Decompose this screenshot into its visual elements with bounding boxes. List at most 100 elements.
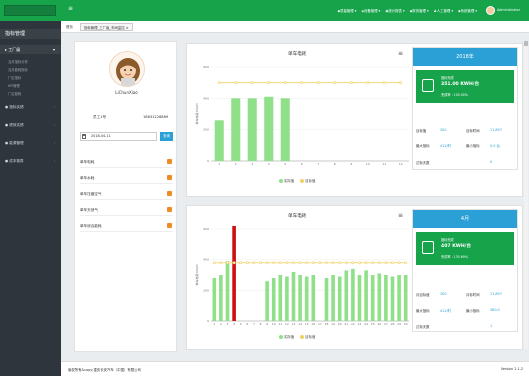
stats-card-label: 指标完成 [441, 76, 454, 80]
sidebar-sub-item[interactable]: KPI管理 [8, 83, 20, 88]
brand-logo[interactable] [4, 5, 56, 16]
sidebar: 指标管理 ▸ 工厂级 ▾ 当月指标分析 当月能耗指标 厂区指标 KPI管理 厂区… [0, 21, 61, 376]
chart-legend: 实际值 目标值 [279, 178, 315, 183]
chart-title: 单车电耗 [288, 214, 307, 219]
bar [364, 270, 368, 321]
bar [344, 270, 349, 321]
top-nav-reports[interactable]: ◉统计报表 ▾ [385, 8, 404, 13]
date-input[interactable]: 2018-04-11 [80, 132, 157, 141]
legend-actual[interactable]: 实际值 [279, 178, 294, 183]
stats-card-rate: 完成率 : 105.00% [441, 93, 468, 97]
bar [280, 98, 290, 161]
bar [232, 225, 236, 321]
tab-home[interactable]: 首页 [66, 24, 73, 29]
x-tick-label: 5 [284, 162, 286, 166]
badge-icon [167, 223, 172, 228]
scrollbar[interactable] [524, 41, 528, 349]
copyright-text: 版权所有&copy;重庆长安汽车（中国）有限公司 [68, 368, 141, 372]
x-tick-label: 23 [358, 322, 362, 326]
bar [212, 278, 217, 321]
chart-legend: 实际值 目标值 [279, 334, 315, 339]
target-point [259, 261, 262, 265]
sidebar-item-performance[interactable]: ● 指标实绩 ‹ [0, 105, 61, 110]
sidebar-section-factory[interactable]: ▸ 工厂级 ▾ [0, 45, 61, 54]
scrollbar-thumb[interactable] [524, 41, 528, 46]
top-nav-labor[interactable]: ♟人工管理 ▾ [434, 8, 453, 13]
legend-target[interactable]: 目标值 [300, 178, 315, 183]
bar [370, 275, 375, 321]
target-point [300, 81, 304, 85]
bar [271, 278, 276, 321]
stats-card: 指标完成 351.00 KWH/台 完成率 : 105.00% [416, 70, 514, 103]
target-point [232, 261, 236, 265]
bar [291, 271, 296, 321]
x-tick-label: 27 [384, 322, 388, 326]
list-item[interactable]: 单车综合能耗 [80, 221, 173, 232]
top-nav-system[interactable]: ◆系统管理 ▾ [458, 8, 477, 13]
x-tick-label: 25 [371, 322, 375, 326]
chevron-left-icon: ‹ [53, 141, 55, 145]
menu-icon[interactable]: ≡ [398, 212, 403, 219]
list-item[interactable]: 单车天然气 [80, 205, 173, 216]
x-tick-label: 19 [331, 322, 335, 326]
bar [247, 98, 257, 161]
stats-header: 4月 [413, 210, 517, 228]
target-point [351, 261, 355, 265]
sidebar-item-energy[interactable]: ● 能源管理 ‹ [0, 141, 61, 146]
top-nav-equipment[interactable]: ◈设备管理 ▾ [361, 8, 380, 13]
badge-icon [167, 207, 172, 212]
top-nav-quality[interactable]: ◆质量管理 ▾ [337, 8, 356, 13]
x-tick-label: 5 [240, 322, 242, 326]
list-item[interactable]: 单车压缩空气 [80, 189, 173, 200]
target-point [285, 261, 289, 265]
bar [331, 275, 335, 321]
list-item[interactable]: 单车水耗 [80, 173, 173, 184]
user-avatar[interactable] [486, 6, 495, 15]
x-tick-label: 7 [253, 322, 255, 326]
target-point [265, 261, 269, 265]
bar [357, 275, 362, 321]
user-name[interactable]: Administrator [497, 8, 520, 12]
sidebar-sub-item[interactable]: 厂区能耗 [8, 91, 21, 96]
target-point [391, 261, 394, 265]
menu-icon[interactable]: ≡ [398, 50, 403, 57]
profile-label: 员工1号 [93, 115, 107, 119]
y-tick-label: 400 [203, 258, 209, 262]
top-nav-finance[interactable]: ◆财务管理 ▾ [410, 8, 429, 13]
x-tick-label: 6 [301, 162, 303, 166]
target-point [404, 261, 408, 265]
x-tick-label: 1 [213, 322, 215, 326]
target-point [212, 261, 216, 265]
x-tick-label: 8 [334, 162, 336, 166]
target-point [316, 81, 320, 85]
sidebar-sub-item[interactable]: 厂区指标 [8, 75, 21, 80]
sidebar-sub-item[interactable]: 当月指标分析 [8, 59, 28, 64]
sidebar-item-cost[interactable]: ● 成本核算 ‹ [0, 159, 61, 164]
target-point [245, 261, 249, 265]
target-point [311, 261, 315, 265]
x-tick-label: 20 [338, 322, 342, 326]
target-point [226, 261, 229, 265]
target-point [366, 81, 370, 85]
legend-actual[interactable]: 实际值 [279, 334, 294, 339]
target-point [234, 81, 238, 85]
target-point [384, 261, 388, 265]
chevron-left-icon: ‹ [53, 159, 55, 163]
sidebar-item-kpi[interactable]: ● 绩效实绩 ‹ [0, 123, 61, 128]
y-tick-label: 200 [203, 128, 209, 132]
sidebar-sub-item[interactable]: 当月能耗指标 [8, 67, 28, 72]
x-tick-label: 10 [272, 322, 276, 326]
bar [403, 275, 408, 321]
x-tick-label: 11 [278, 322, 282, 326]
x-tick-label: 16 [311, 322, 315, 326]
x-tick-label: 10 [366, 162, 370, 166]
hamburger-icon[interactable]: ≡ [68, 6, 73, 12]
x-tick-label: 9 [350, 162, 352, 166]
tab-current[interactable]: 指标管理_工厂级_车间监控 × [80, 23, 133, 31]
list-item[interactable]: 单车电耗 [80, 157, 173, 168]
bar [278, 275, 283, 321]
bar [225, 261, 230, 321]
legend-target[interactable]: 目标值 [300, 334, 315, 339]
y-tick-label: 600 [203, 65, 209, 69]
query-button[interactable]: 查询 [160, 132, 173, 141]
